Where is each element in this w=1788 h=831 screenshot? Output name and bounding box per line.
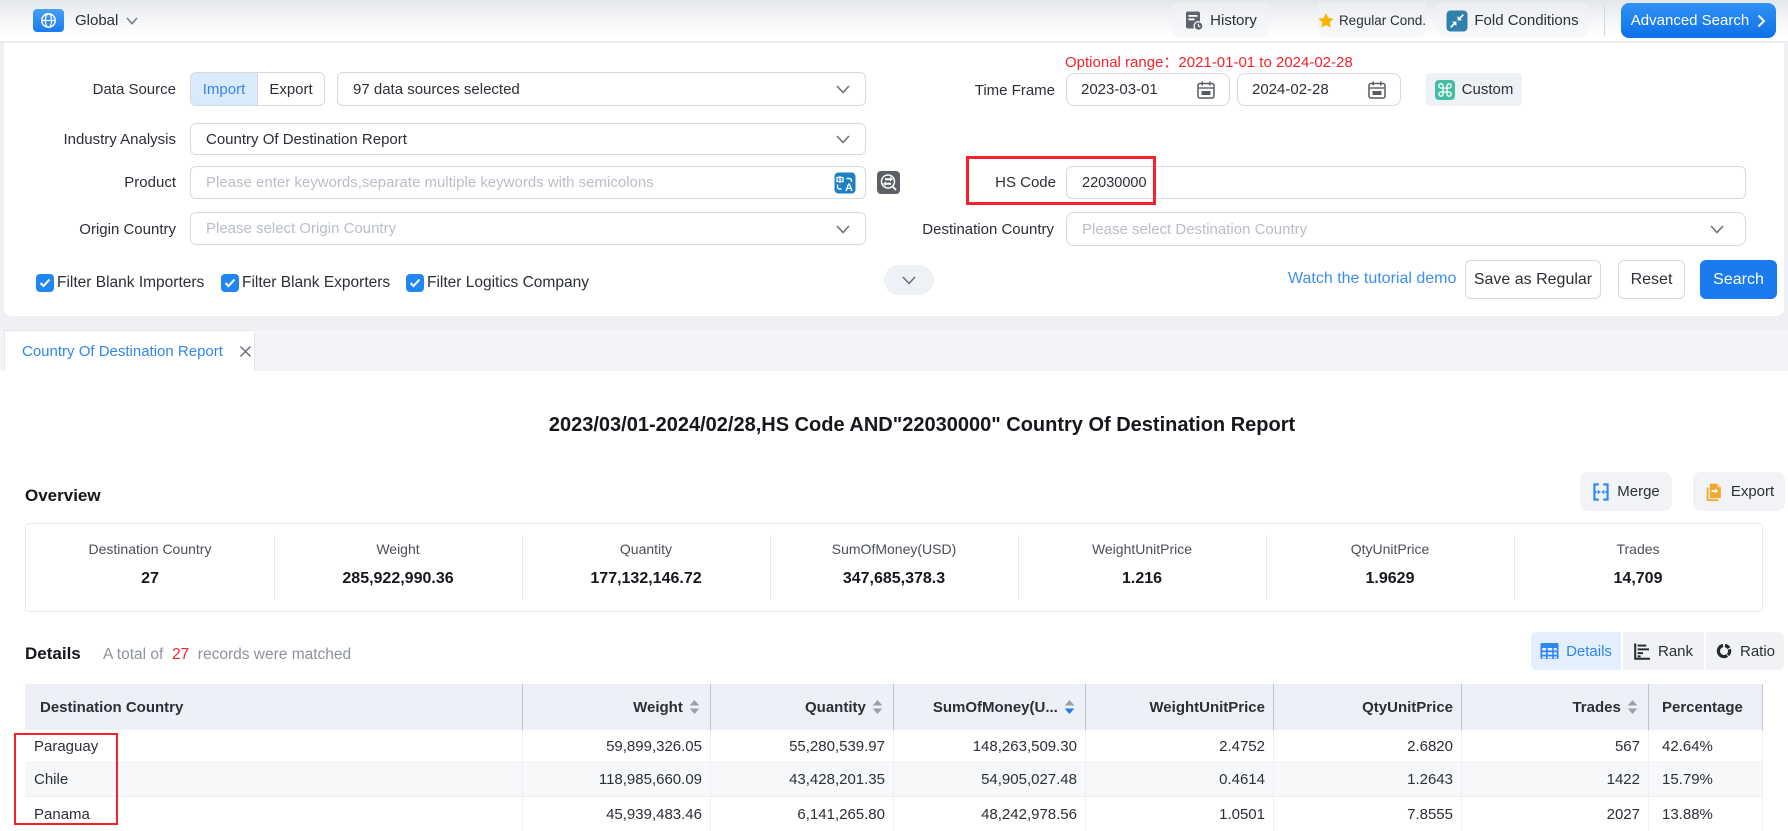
svg-text:A: A (845, 182, 853, 194)
